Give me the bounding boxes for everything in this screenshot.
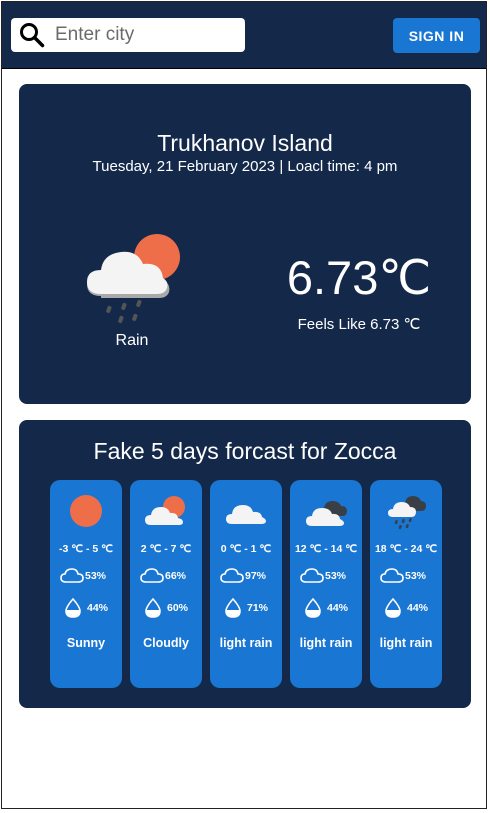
- forecast-day: 18 ℃ - 24 ℃ 53% 44% light rain: [370, 480, 442, 688]
- cloud-outline-icon: [300, 568, 324, 583]
- humidity-row: 60%: [144, 598, 188, 618]
- forecast-day: 2 ℃ - 7 ℃ 66% 60% Cloudly: [130, 480, 202, 688]
- day-description: Cloudly: [143, 636, 189, 650]
- top-bar: SIGN IN: [2, 2, 486, 69]
- day-temp-range: 12 ℃ - 14 ℃: [294, 543, 358, 555]
- day-description: light rain: [219, 636, 273, 650]
- clouds-value: 53%: [85, 570, 107, 582]
- clouds-value: 97%: [245, 570, 267, 582]
- clouds-value: 53%: [405, 570, 427, 582]
- current-temperature: 6.73℃: [286, 251, 432, 304]
- humidity-value: 44%: [407, 602, 429, 614]
- forecast-day: 0 ℃ - 1 ℃ 97% 71% light rain: [210, 480, 282, 688]
- day-description: light rain: [379, 636, 433, 650]
- cloud-icon: [226, 505, 266, 524]
- dark-cloud-rain-icon: [388, 496, 426, 530]
- clouds-row: 53%: [380, 566, 426, 586]
- app-frame: SIGN IN Trukhanov Island Tuesday, 21 Feb…: [1, 1, 487, 809]
- humidity-row: 44%: [304, 598, 348, 618]
- city-name: Trukhanov Island: [157, 130, 333, 156]
- day-temp-range: 2 ℃ - 7 ℃: [140, 543, 192, 555]
- humidity-value: 44%: [327, 602, 349, 614]
- search-input[interactable]: [53, 23, 237, 47]
- day-description: light rain: [299, 636, 353, 650]
- clouds-value: 53%: [325, 570, 347, 582]
- forecast-title: Fake 5 days forcast for Zocca: [93, 438, 397, 464]
- cloud-outline-icon: [140, 568, 164, 583]
- clouds-value: 66%: [165, 570, 187, 582]
- humidity-drop-icon: [65, 598, 81, 618]
- search-icon[interactable]: [19, 22, 45, 48]
- day-temp-range: -3 ℃ - 5 ℃: [59, 543, 113, 555]
- day-description: Sunny: [66, 636, 106, 650]
- weather-condition: Rain: [115, 332, 149, 349]
- sun-icon: [70, 495, 102, 527]
- sign-in-button[interactable]: SIGN IN: [393, 18, 480, 53]
- current-weather-card: Trukhanov Island Tuesday, 21 February 20…: [19, 84, 471, 404]
- humidity-drop-icon: [385, 598, 401, 618]
- clouds-row: 97%: [220, 566, 266, 586]
- humidity-value: 44%: [87, 602, 109, 614]
- clouds-row: 53%: [60, 566, 106, 586]
- humidity-row: 44%: [64, 598, 108, 618]
- clouds-row: 53%: [300, 566, 346, 586]
- humidity-drop-icon: [145, 598, 161, 618]
- cloud-outline-icon: [220, 568, 244, 583]
- forecast-day: 12 ℃ - 14 ℃ 53% 44% light rain: [290, 480, 362, 688]
- clouds-row: 66%: [140, 566, 186, 586]
- local-datetime: Tuesday, 21 February 2023 | Loacl time: …: [92, 158, 398, 175]
- day-temp-range: 0 ℃ - 1 ℃: [220, 543, 272, 555]
- forecast-card: Fake 5 days forcast for Zocca -3 ℃ - 5 ℃…: [19, 420, 471, 708]
- humidity-drop-icon: [305, 598, 321, 618]
- cloud-outline-icon: [380, 568, 404, 583]
- humidity-row: 71%: [224, 598, 268, 618]
- forecast-day: -3 ℃ - 5 ℃ 53% 44% Sunny: [50, 480, 122, 688]
- humidity-value: 71%: [247, 602, 269, 614]
- humidity-value: 60%: [167, 602, 189, 614]
- humidity-drop-icon: [225, 598, 241, 618]
- sun-cloud-rain-icon: [87, 234, 180, 324]
- humidity-row: 44%: [384, 598, 428, 618]
- feels-like: Feels Like 6.73 ℃: [297, 316, 421, 333]
- day-temp-range: 18 ℃ - 24 ℃: [374, 543, 438, 555]
- cloud-outline-icon: [60, 568, 84, 583]
- sun-cloud-icon: [145, 496, 185, 525]
- search-box[interactable]: [11, 18, 245, 52]
- dark-cloud-icon: [306, 501, 347, 526]
